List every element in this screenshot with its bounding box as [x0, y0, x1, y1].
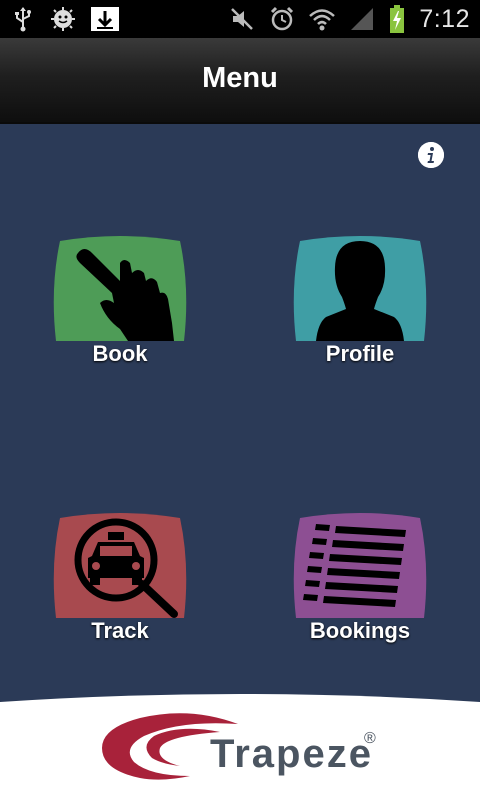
usb-icon: [15, 7, 31, 32]
profile-label: Profile: [325, 341, 395, 366]
registered-mark: ®: [364, 730, 376, 747]
wifi-icon: [309, 9, 336, 31]
battery-charging-icon: [390, 5, 405, 33]
alarm-icon: [271, 6, 294, 31]
track-label: Track: [91, 618, 149, 643]
brand-name: Trapeze: [210, 732, 373, 776]
info-icon: [418, 142, 444, 168]
profile-button[interactable]: Profile: [290, 233, 430, 373]
status-clock: 7:12: [419, 4, 470, 33]
mute-icon: [231, 8, 254, 30]
book-button[interactable]: Book: [50, 233, 190, 373]
title-bar: Menu: [0, 38, 480, 124]
book-label: Book: [92, 341, 148, 366]
android-debug-icon: [51, 7, 75, 31]
track-tile-art: [50, 510, 190, 618]
page-title: Menu: [202, 62, 278, 94]
profile-tile-art: [290, 233, 430, 341]
bookings-label: Bookings: [309, 618, 411, 643]
download-icon: [91, 7, 119, 31]
status-bar: 7:12: [0, 0, 480, 38]
bookings-button[interactable]: Bookings: [290, 510, 430, 650]
info-button[interactable]: [418, 142, 444, 168]
signal-icon: [351, 8, 374, 30]
footer-brand: Trapeze ®: [0, 690, 480, 800]
bookings-tile-art: [290, 510, 430, 618]
track-button[interactable]: Track: [50, 510, 190, 650]
book-tile-art: [50, 233, 190, 341]
